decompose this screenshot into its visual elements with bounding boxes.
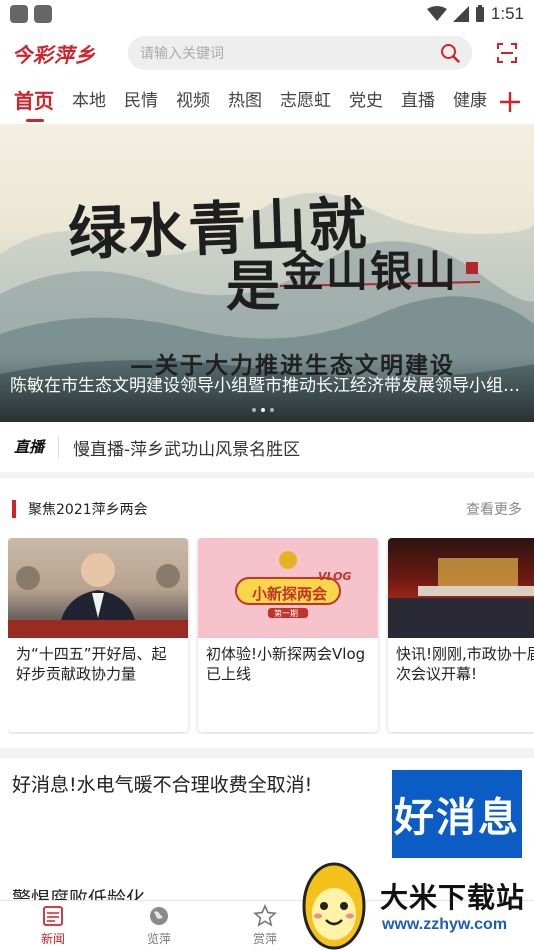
vlog-poster-tag: VLOG — [318, 570, 352, 583]
watermark-text: 大米下载站 — [380, 881, 526, 914]
tab-volunteer[interactable]: 志愿虹 — [280, 80, 331, 124]
section-header: 聚焦2021萍乡两会 查看更多 — [0, 494, 534, 524]
app-logo: 今彩萍乡 — [12, 42, 96, 67]
carousel-dot — [252, 408, 256, 412]
status-bar: 1:51 — [0, 0, 534, 28]
tab-live[interactable]: 直播 — [401, 80, 435, 124]
vlog-poster-sub: 第一期 — [274, 609, 298, 618]
banner-caption[interactable]: 陈敏在市生态文明建设领导小组暨市推动长江经济带发展领导小组会议上强调 — [10, 371, 524, 396]
tab-local[interactable]: 本地 — [72, 80, 106, 124]
section-title-wrap: 聚焦2021萍乡两会 — [12, 499, 148, 519]
speaker-photo — [8, 553, 188, 638]
nav-label: 新闻 — [40, 932, 65, 946]
carousel-dot-active — [261, 408, 265, 412]
topic-card[interactable]: 为“十四五”开好局、起好步贡献政协力量 — [8, 538, 188, 732]
banner-art-line3: 金山银山 — [282, 247, 459, 296]
card-title: 初体验!小新探两会Vlog已上线 — [206, 645, 366, 683]
notification-icon — [10, 5, 28, 23]
hero-banner[interactable]: 绿水青山就 是 金山银山 —关于大力推进生态文明建设 陈敏在市生态文明建设领导小… — [0, 124, 534, 422]
tab-hot-images[interactable]: 热图 — [228, 80, 262, 124]
clock: 1:51 — [490, 4, 524, 23]
star-icon — [253, 904, 277, 927]
banner-art-line2: 是 — [226, 254, 280, 318]
nav-label: 览萍 — [146, 932, 171, 946]
system-indicators: 1:51 — [426, 4, 524, 24]
nav-news[interactable]: 新闻 — [0, 901, 106, 950]
carousel-indicator — [252, 408, 274, 412]
vlog-poster-text: 小新探两会 — [252, 585, 328, 603]
watermark: 大米下载站 www.zzhyw.com — [296, 858, 534, 950]
notification-icon — [34, 5, 52, 23]
scan-icon[interactable] — [496, 42, 518, 64]
news-icon — [43, 906, 63, 926]
search-icon[interactable] — [440, 43, 460, 63]
tab-list: 首页 本地 民情 视频 热图 志愿虹 党史 直播 健康 — [0, 80, 492, 124]
section-accent-bar — [12, 500, 16, 518]
topic-cards: 为“十四五”开好局、起好步贡献政协力量 小新探两会 VLOG 第一期 初体验!小… — [8, 538, 534, 734]
nav-browse[interactable]: 览萍 — [106, 901, 212, 950]
carousel-dot — [270, 408, 274, 412]
app-header: 今彩萍乡 请输入关键词 — [0, 30, 534, 76]
tab-health[interactable]: 健康 — [453, 80, 487, 124]
tab-video[interactable]: 视频 — [176, 80, 210, 124]
see-more-link[interactable]: 查看更多 — [466, 499, 522, 519]
signal-icon — [452, 6, 469, 22]
card-title: 快讯!刚刚,市政协十届六次会议开幕! — [396, 645, 534, 683]
globe-icon — [150, 907, 168, 925]
live-title[interactable]: 慢直播-萍乡武功山风景名胜区 — [73, 435, 300, 460]
topic-card[interactable]: 快讯!刚刚,市政协十届六次会议开幕! — [388, 538, 534, 732]
news-thumbnail[interactable]: 好消息 — [392, 770, 522, 858]
tab-public-opinion[interactable]: 民情 — [124, 80, 158, 124]
nav-label: 赏萍 — [252, 932, 277, 946]
section-divider — [0, 748, 534, 758]
card-photo-assembly — [388, 538, 534, 638]
news-thumbnail-text: 好消息 — [394, 795, 520, 841]
assembly-hall-photo — [388, 558, 534, 638]
watermark-url: www.zzhyw.com — [382, 916, 508, 933]
live-row[interactable]: 直播 慢直播-萍乡武功山风景名胜区 — [0, 422, 534, 478]
wifi-icon — [426, 6, 447, 21]
battery-icon — [475, 5, 484, 22]
tab-party-history[interactable]: 党史 — [349, 80, 383, 124]
notification-icons — [10, 5, 52, 23]
section-title: 聚焦2021萍乡两会 — [28, 502, 148, 518]
search-bar[interactable]: 请输入关键词 — [128, 36, 472, 70]
tab-home[interactable]: 首页 — [14, 80, 54, 124]
add-channel-icon[interactable] — [498, 88, 522, 116]
card-title: 为“十四五”开好局、起好步贡献政协力量 — [16, 645, 167, 683]
card-photo-speaker — [8, 538, 188, 638]
news-title[interactable]: 好消息!水电气暖不合理收费全取消! — [12, 770, 372, 797]
channel-tabs: 首页 本地 民情 视频 热图 志愿虹 党史 直播 健康 — [0, 80, 534, 124]
card-vlog-poster: 小新探两会 VLOG 第一期 — [198, 538, 378, 638]
search-input[interactable]: 请输入关键词 — [140, 43, 440, 63]
topic-card[interactable]: 小新探两会 VLOG 第一期 初体验!小新探两会Vlog已上线 — [198, 538, 378, 732]
live-tag: 直播 — [14, 436, 60, 458]
rice-mascot-icon — [302, 862, 366, 950]
